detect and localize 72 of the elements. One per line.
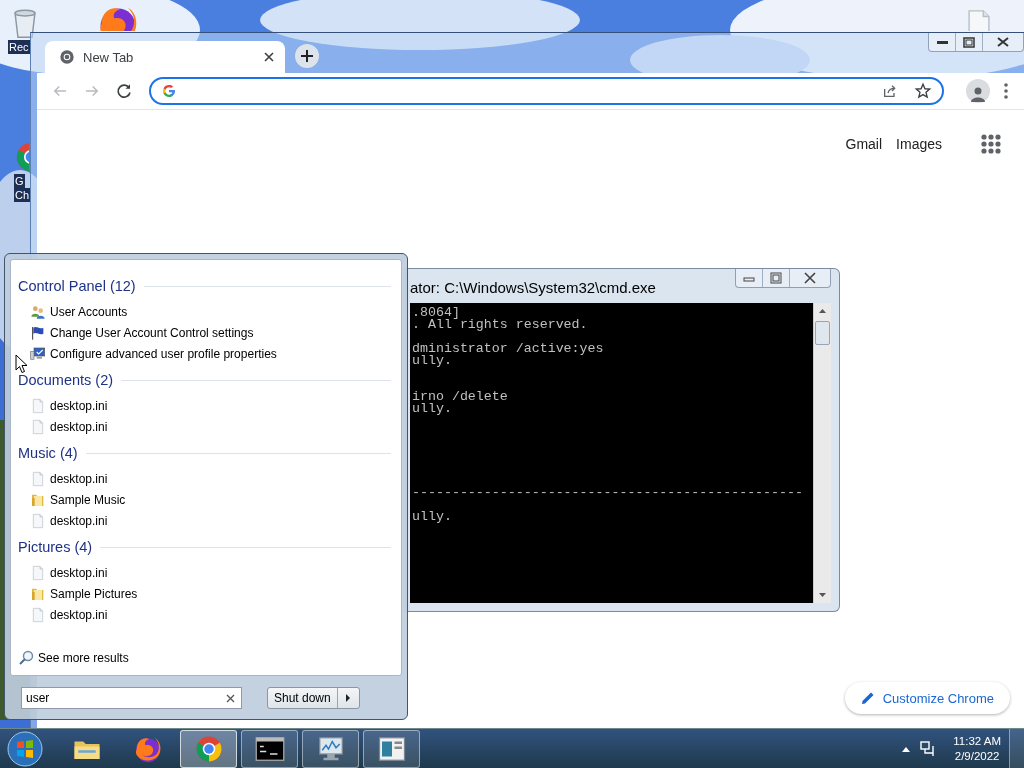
clock[interactable]: 11:32 AM 2/9/2022	[953, 733, 1001, 764]
clear-icon[interactable]	[226, 693, 235, 703]
scrollbar-thumb[interactable]	[815, 321, 830, 345]
file-icon	[30, 512, 46, 529]
search-result[interactable]: desktop.ini	[18, 416, 391, 437]
search-result[interactable]: desktop.ini	[18, 395, 391, 416]
customize-button[interactable]: Customize Chrome	[844, 682, 1010, 714]
icon-label: Rec	[8, 40, 30, 54]
search-result[interactable]: desktop.ini	[18, 562, 391, 583]
reload-icon[interactable]	[115, 82, 133, 100]
icon-label: G	[14, 174, 25, 188]
shut-down-button[interactable]: Shut down	[267, 686, 360, 709]
pencil-icon	[860, 691, 875, 705]
header-link[interactable]: Gmail	[845, 136, 883, 152]
search-result[interactable]: Sample Pictures	[18, 583, 391, 604]
search-result[interactable]: desktop.ini	[18, 510, 391, 531]
mouse-pointer-icon	[15, 354, 28, 374]
file-icon	[30, 397, 46, 414]
restore-icon	[961, 35, 977, 49]
browser-tab[interactable]: New Tab	[45, 41, 285, 73]
plus-icon	[300, 49, 314, 63]
see-more-link[interactable]: See more results	[18, 650, 391, 666]
profile-avatar[interactable]	[966, 79, 990, 103]
search-result[interactable]: User Accounts	[18, 301, 391, 322]
minimize-icon	[936, 40, 948, 44]
star-icon[interactable]	[914, 82, 932, 100]
show-desktop-button[interactable]	[1009, 729, 1024, 768]
flag-icon	[30, 324, 46, 341]
search-field[interactable]: user	[21, 686, 242, 709]
window-title: ator: C:\Windows\System32\cmd.exe	[410, 278, 656, 296]
console-line: -------------------------------------------------	[412, 487, 804, 499]
share-icon[interactable]	[882, 83, 898, 99]
group-heading[interactable]: Control Panel (12)	[18, 278, 136, 294]
google-icon	[161, 83, 177, 99]
console-line: irno /delete	[412, 391, 509, 403]
search-result[interactable]: Change User Account Control settings	[18, 322, 391, 343]
scrollbar[interactable]	[813, 303, 831, 603]
group-heading[interactable]: Pictures (4)	[18, 539, 93, 555]
start-button[interactable]	[7, 730, 43, 767]
file-icon	[30, 564, 46, 581]
console-line: ully.	[412, 355, 453, 367]
search-result[interactable]: desktop.ini	[18, 468, 391, 489]
close-icon	[802, 271, 818, 285]
group-heading[interactable]: Music (4)	[18, 445, 78, 461]
search-icon	[18, 650, 34, 666]
close-icon	[995, 35, 1011, 49]
taskbar-button[interactable]	[363, 729, 420, 768]
console-line: dministrator /active:yes	[412, 343, 605, 355]
apps-grid-icon[interactable]	[980, 133, 1002, 155]
taskbar-button[interactable]	[180, 729, 237, 768]
console-line: ully.	[412, 511, 453, 523]
file-icon	[30, 606, 46, 623]
close-icon[interactable]	[263, 51, 275, 63]
taskbar-button[interactable]	[241, 729, 298, 768]
file-icon	[30, 470, 46, 487]
taskbar-button[interactable]	[302, 729, 359, 768]
file-icon	[30, 418, 46, 435]
console-line: ully.	[412, 403, 453, 415]
group-heading[interactable]: Documents (2)	[18, 372, 114, 388]
search-result[interactable]: desktop.ini	[18, 604, 391, 625]
caret-icon	[345, 693, 352, 702]
search-result[interactable]: Configure advanced user profile properties	[18, 343, 391, 364]
address-field[interactable]	[149, 77, 944, 105]
person-icon	[970, 85, 986, 103]
console-line: . All rights reserved.	[412, 319, 589, 331]
header-link[interactable]: Images	[896, 136, 942, 152]
search-result[interactable]: Sample Music	[18, 489, 391, 510]
users-icon	[30, 303, 46, 320]
icon-label: Ch	[14, 188, 31, 202]
monitor-icon	[30, 345, 46, 362]
restore-icon	[768, 271, 784, 285]
console-line: .8064]	[412, 307, 461, 319]
